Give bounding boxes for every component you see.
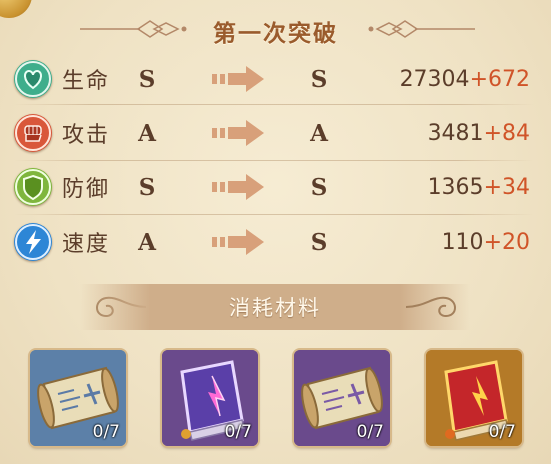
arrow-right-icon: [212, 174, 264, 200]
shield-icon: [14, 168, 52, 206]
stat-row-defense: 防御 S S 1365+34: [14, 164, 544, 210]
material-count: 0/7: [224, 422, 252, 442]
page-title: 第一次突破: [213, 20, 338, 47]
row-divider: [14, 104, 534, 105]
stat-label: 生命: [62, 69, 111, 94]
stat-label: 攻击: [62, 123, 111, 148]
material-item-scroll-blue[interactable]: 0/7: [30, 350, 126, 446]
grade-after: S: [310, 228, 328, 256]
heart-icon: [14, 60, 52, 98]
breakthrough-panel: 第一次突破 生命 S S 27304+672 攻击 A A 3481+84 防御…: [0, 0, 551, 464]
material-item-scroll-purple[interactable]: 0/7: [294, 350, 390, 446]
band-flourish-right: [405, 296, 456, 318]
grade-after: S: [310, 65, 328, 93]
material-count: 0/7: [92, 422, 120, 442]
arrow-right-icon: [212, 66, 264, 92]
title-ornament-right: [368, 20, 475, 38]
stat-row-speed: 速度 A S 110+20: [14, 219, 544, 265]
row-divider: [14, 214, 534, 215]
stat-row-hp: 生命 S S 27304+672: [14, 56, 544, 102]
material-item-book-purple[interactable]: 0/7: [162, 350, 258, 446]
material-count: 0/7: [356, 422, 384, 442]
stat-row-attack: 攻击 A A 3481+84: [14, 110, 544, 156]
fist-icon: [14, 114, 52, 152]
grade-before: S: [138, 173, 156, 201]
stat-label: 速度: [62, 232, 111, 257]
material-item-book-red[interactable]: 0/7: [426, 350, 522, 446]
grade-after: A: [310, 119, 328, 147]
stat-label: 防御: [62, 177, 111, 202]
material-count: 0/7: [488, 422, 516, 442]
arrow-right-icon: [212, 120, 264, 146]
grade-before: A: [138, 228, 156, 256]
stat-value: 3481+84: [427, 120, 530, 146]
lightning-icon: [14, 223, 52, 261]
stat-value: 27304+672: [399, 66, 530, 92]
grade-before: S: [138, 65, 156, 93]
grade-before: A: [138, 119, 156, 147]
stat-value: 110+20: [441, 229, 530, 255]
materials-title: 消耗材料: [229, 296, 321, 320]
stat-value: 1365+34: [427, 174, 530, 200]
arrow-right-icon: [212, 229, 264, 255]
row-divider: [14, 160, 534, 161]
grade-after: S: [310, 173, 328, 201]
